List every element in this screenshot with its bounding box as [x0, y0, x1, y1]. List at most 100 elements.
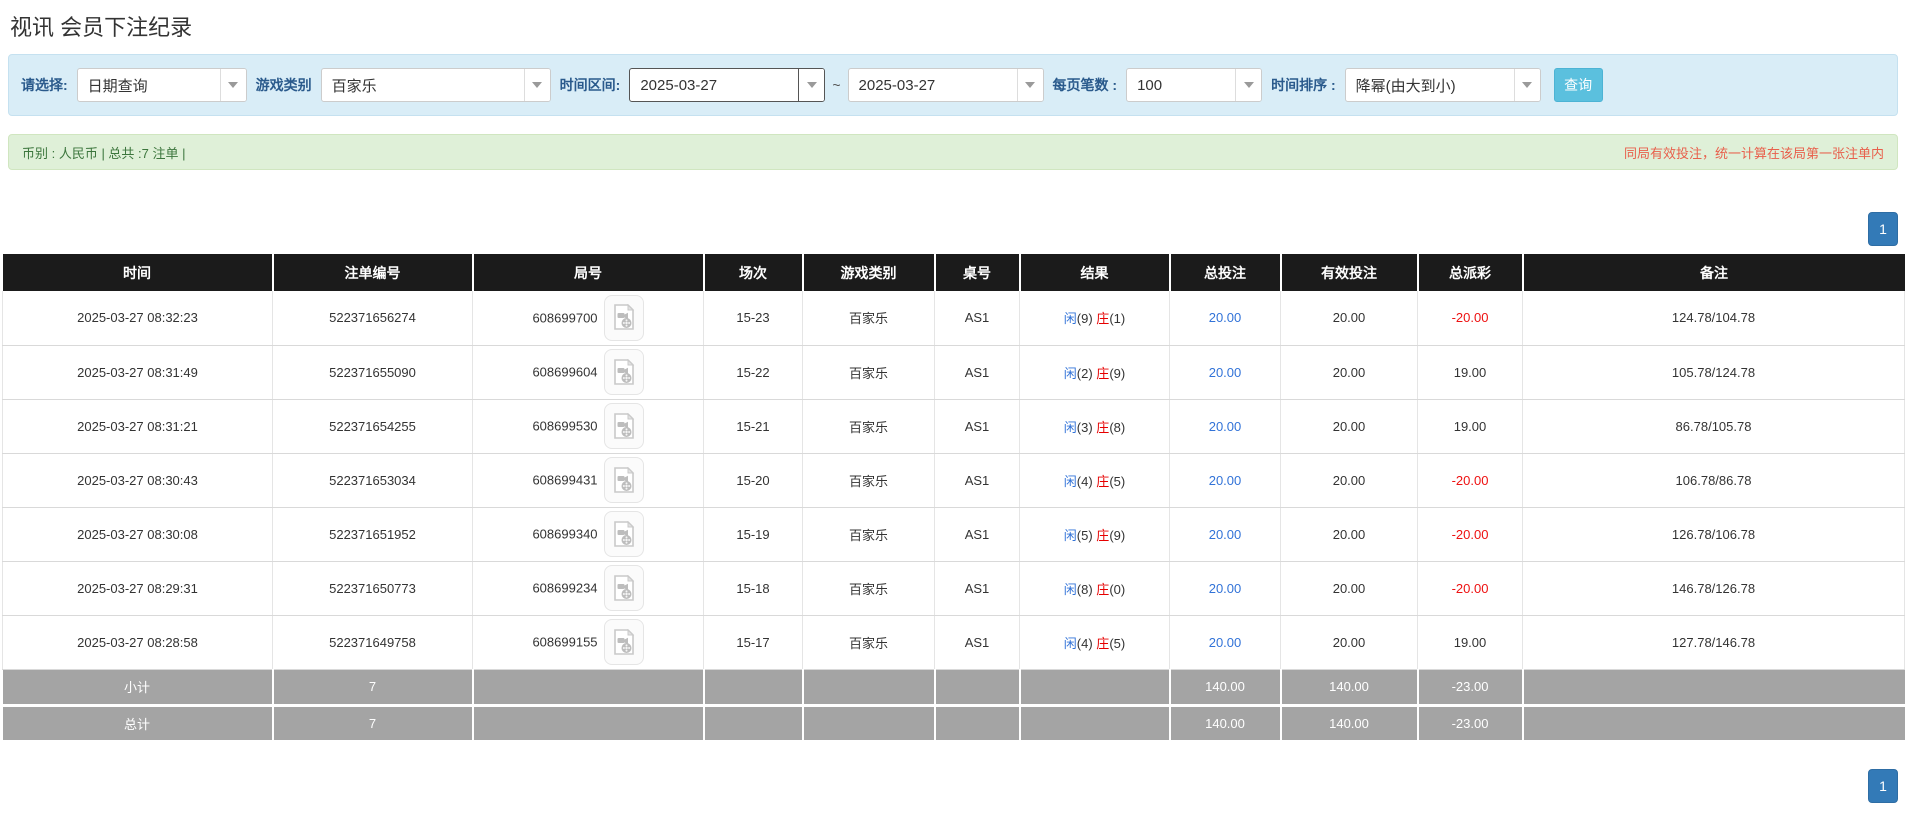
total-bet-link[interactable]: 20.00	[1209, 365, 1242, 380]
video-replay-button[interactable]	[603, 349, 644, 395]
table-header: 时间 注单编号 局号 场次 游戏类别 桌号 结果 总投注 有效投注 总派彩 备注	[2, 254, 1905, 291]
subtotal-row-empty	[1019, 669, 1171, 707]
date-from-value: 2025-03-27	[640, 76, 718, 94]
date-range-separator: ~	[832, 77, 841, 93]
cell-game-type: 百家乐	[802, 561, 935, 616]
chevron-down-icon[interactable]	[1016, 69, 1043, 101]
currency-total-text: 币别 : 人民币 | 总共 :7 注单 |	[22, 145, 186, 161]
cell-table-no: AS1	[934, 345, 1020, 400]
cell-session: 15-19	[703, 507, 803, 562]
time-sort-value: 降幂(由大到小)	[1355, 77, 1456, 95]
cell-payout: -20.00	[1417, 561, 1523, 616]
result-player-score: (2)	[1076, 365, 1097, 381]
valid-bet-notice: 同局有效投注，统一计算在该局第一张注单内	[1623, 145, 1884, 161]
result-banker: 庄	[1096, 365, 1110, 381]
cell-bet-id: 522371654255	[272, 399, 473, 454]
video-replay-button[interactable]	[603, 511, 644, 557]
summary-bar: 币别 : 人民币 | 总共 :7 注单 | 同局有效投注，统一计算在该局第一张注…	[8, 134, 1898, 170]
cell-bet-id: 522371650773	[272, 561, 473, 616]
grand-total-row-empty	[472, 705, 705, 743]
total-bet-link[interactable]: 20.00	[1209, 419, 1242, 434]
cell-table-no: AS1	[934, 453, 1020, 508]
grand-total-row-payout: -23.00	[1417, 705, 1524, 743]
column-header-0: 时间	[2, 254, 274, 291]
game-type-label: 游戏类别	[255, 77, 312, 93]
cell-remark: 124.78/104.78	[1522, 291, 1905, 346]
total-bet-link[interactable]: 20.00	[1209, 635, 1242, 650]
query-button[interactable]: 查询	[1553, 68, 1603, 102]
page-size-label: 每页笔数 :	[1052, 77, 1118, 93]
page-size-select[interactable]: 100	[1126, 68, 1263, 102]
cell-result: 闲(5) 庄(9)	[1019, 507, 1170, 562]
result-banker-score: (9)	[1109, 527, 1126, 543]
cell-result: 闲(3) 庄(8)	[1019, 399, 1170, 454]
column-header-3: 场次	[703, 254, 804, 291]
cell-time: 2025-03-27 08:31:21	[2, 399, 273, 454]
total-bet-link[interactable]: 20.00	[1209, 310, 1242, 325]
chevron-down-icon[interactable]	[219, 69, 246, 101]
table-row: 2025-03-27 08:32:23 522371656274 608699700…	[2, 291, 1905, 346]
video-file-icon	[613, 574, 634, 601]
round-number: 608699155	[532, 634, 598, 650]
round-number: 608699340	[532, 526, 598, 542]
video-replay-button[interactable]	[603, 619, 644, 665]
cell-total-bet: 20.00	[1169, 399, 1281, 454]
subtotal-row-remark	[1522, 669, 1905, 707]
cell-round-id: 608699155	[472, 615, 704, 670]
subtotal-row-label: 小计	[2, 669, 274, 707]
total-bet-link[interactable]: 20.00	[1209, 473, 1242, 488]
cell-total-bet: 20.00	[1169, 507, 1281, 562]
total-bet-link[interactable]: 20.00	[1209, 581, 1242, 596]
query-type-select[interactable]: 日期查询	[76, 68, 247, 102]
game-type-select[interactable]: 百家乐	[320, 68, 551, 102]
cell-game-type: 百家乐	[802, 291, 935, 346]
cell-valid-bet: 20.00	[1280, 453, 1418, 508]
video-replay-button[interactable]	[603, 457, 644, 503]
result-banker: 庄	[1096, 527, 1110, 543]
subtotal-row-empty	[934, 669, 1021, 707]
subtotal-row-count: 7	[272, 669, 474, 707]
result-player-score: (3)	[1076, 419, 1097, 435]
cell-result: 闲(9) 庄(1)	[1019, 291, 1170, 346]
cell-session: 15-22	[703, 345, 803, 400]
date-to-select[interactable]: 2025-03-27	[847, 68, 1044, 102]
chevron-down-icon[interactable]	[798, 69, 825, 101]
chevron-down-icon[interactable]	[1235, 69, 1262, 101]
video-replay-button[interactable]	[603, 403, 644, 449]
cell-time: 2025-03-27 08:30:43	[2, 453, 273, 508]
column-header-2: 局号	[472, 254, 705, 291]
cell-time: 2025-03-27 08:32:23	[2, 291, 273, 346]
cell-result: 闲(8) 庄(0)	[1019, 561, 1170, 616]
grand-total-row-total-bet: 140.00	[1169, 705, 1282, 743]
total-bet-link[interactable]: 20.00	[1209, 527, 1242, 542]
grand-total-row-empty	[703, 705, 804, 743]
betting-records-table: 时间 注单编号 局号 场次 游戏类别 桌号 结果 总投注 有效投注 总派彩 备注 2025-03-2…	[2, 254, 1905, 743]
cell-remark: 127.78/146.78	[1522, 615, 1905, 670]
cell-round-id: 608699700	[472, 291, 704, 346]
cell-remark: 86.78/105.78	[1522, 399, 1905, 454]
result-player-score: (5)	[1076, 527, 1097, 543]
cell-valid-bet: 20.00	[1280, 561, 1418, 616]
subtotal-row-payout: -23.00	[1417, 669, 1524, 707]
result-banker: 庄	[1096, 581, 1110, 597]
video-replay-button[interactable]	[603, 294, 644, 341]
grand-total-row-label: 总计	[2, 705, 274, 743]
grand-total-row-empty	[802, 705, 936, 743]
cell-game-type: 百家乐	[802, 507, 935, 562]
page-1-button[interactable]: 1	[1868, 768, 1898, 803]
video-file-icon	[613, 520, 634, 547]
video-file-icon	[613, 628, 634, 655]
chevron-down-icon[interactable]	[523, 69, 550, 101]
cell-time: 2025-03-27 08:30:08	[2, 507, 273, 562]
select-type-label: 请选择:	[21, 77, 68, 93]
cell-payout: -20.00	[1417, 291, 1523, 346]
page-1-button[interactable]: 1	[1868, 212, 1898, 246]
cell-session: 15-18	[703, 561, 803, 616]
result-banker: 庄	[1096, 419, 1110, 435]
result-banker-score: (1)	[1109, 311, 1126, 327]
video-replay-button[interactable]	[603, 565, 644, 611]
time-sort-select[interactable]: 降幂(由大到小)	[1344, 68, 1541, 102]
date-from-select[interactable]: 2025-03-27	[629, 68, 826, 102]
chevron-down-icon[interactable]	[1513, 69, 1540, 101]
cell-round-id: 608699431	[472, 453, 704, 508]
